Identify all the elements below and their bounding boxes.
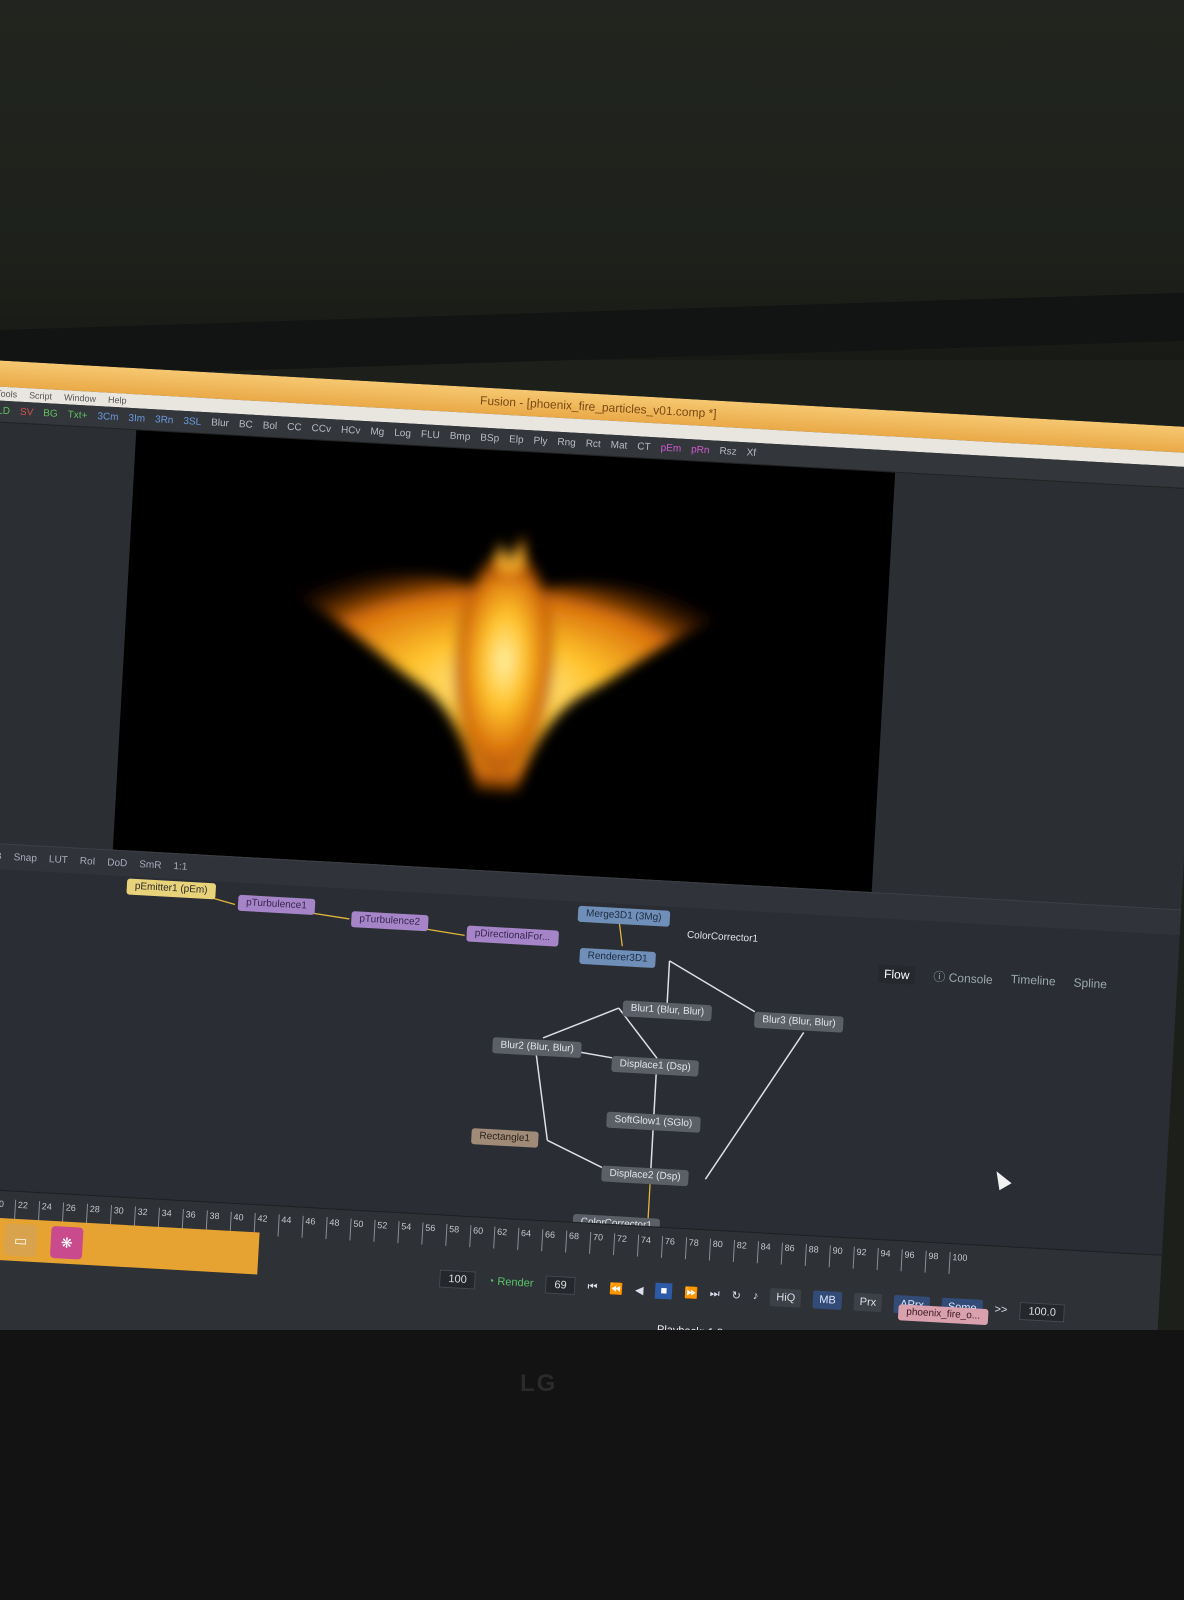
tick: 48 — [325, 1217, 351, 1241]
menu-help[interactable]: Help — [108, 395, 127, 406]
tick: 76 — [660, 1235, 687, 1260]
tick: 56 — [421, 1222, 447, 1246]
tool-rsz[interactable]: Rsz — [719, 446, 737, 458]
tick: 68 — [565, 1230, 591, 1254]
tick: 64 — [517, 1227, 543, 1252]
tool-ld[interactable]: LD — [0, 405, 10, 417]
render-button[interactable]: ◔ Render — [487, 1275, 533, 1290]
fusion-window: Fusion - [phoenix_fire_particles_v01.com… — [0, 360, 1184, 1467]
tool-bg[interactable]: BG — [43, 408, 58, 420]
tick: 74 — [636, 1234, 663, 1258]
tick: 54 — [397, 1221, 423, 1245]
prx-button[interactable]: Prx — [853, 1292, 883, 1313]
tool-cc[interactable]: CC — [287, 422, 302, 434]
tick: 92 — [852, 1246, 878, 1270]
tool-ct[interactable]: CT — [637, 441, 651, 453]
smr-button[interactable]: SmR — [139, 859, 162, 871]
tool-rng[interactable]: Rng — [557, 437, 576, 449]
tick: 94 — [876, 1247, 902, 1272]
tool-bol[interactable]: Bol — [262, 420, 277, 432]
tick: 72 — [613, 1233, 639, 1257]
tick: 96 — [900, 1249, 926, 1273]
skip-to-end-icon[interactable]: ⏭ — [709, 1287, 721, 1301]
tick: 82 — [732, 1239, 759, 1264]
node-connections — [200, 893, 805, 1225]
tool-prn[interactable]: pRn — [691, 444, 710, 456]
phoenix-render-image — [277, 532, 737, 793]
tool-txt[interactable]: Txt+ — [67, 409, 87, 421]
tool-bmp[interactable]: Bmp — [449, 431, 470, 443]
current-frame-field[interactable]: 69 — [544, 1275, 577, 1296]
roi-button[interactable]: RoI — [79, 856, 95, 868]
tool-bc[interactable]: BC — [239, 419, 253, 431]
loop-icon[interactable]: ↻ — [731, 1288, 741, 1301]
tick: 66 — [541, 1229, 567, 1253]
monitor-brand-logo: LG — [520, 1370, 558, 1397]
tick: 90 — [828, 1245, 854, 1269]
monitor-bottom-bezel — [0, 1330, 1184, 1600]
tick: 46 — [301, 1215, 327, 1240]
stop-icon[interactable]: ■ — [655, 1282, 673, 1300]
step-back-icon[interactable]: ⏪ — [609, 1282, 623, 1296]
tool-3rn[interactable]: 3Rn — [155, 414, 174, 426]
menu-window[interactable]: Window — [64, 392, 97, 404]
tool-flu[interactable]: FLU — [421, 429, 440, 441]
tool-3cm[interactable]: 3Cm — [97, 411, 119, 423]
tick: 70 — [589, 1231, 615, 1256]
tool-ply[interactable]: Ply — [533, 435, 547, 447]
mb-button[interactable]: MB — [812, 1290, 843, 1310]
tool-pem[interactable]: pEm — [660, 443, 681, 455]
tick: 98 — [924, 1250, 950, 1274]
viewer-b-button[interactable]: B — [0, 851, 2, 862]
tick: 88 — [804, 1243, 830, 1268]
skip-to-start-icon[interactable]: ⏮ — [587, 1280, 598, 1294]
tick: 78 — [684, 1237, 711, 1261]
folder-icon[interactable]: ▭ — [3, 1223, 38, 1258]
tool-rct[interactable]: Rct — [585, 438, 601, 450]
menu-script[interactable]: Script — [29, 390, 53, 401]
fusion-app-icon[interactable]: ❋ — [49, 1225, 84, 1260]
zoom-1to1-button[interactable]: 1:1 — [173, 861, 187, 873]
lut-button[interactable]: LUT — [49, 854, 68, 866]
tick: 84 — [756, 1241, 782, 1265]
dod-button[interactable]: DoD — [107, 857, 128, 869]
tool-bsp[interactable]: BSp — [480, 432, 499, 444]
tool-hcv[interactable]: HCv — [341, 425, 361, 437]
tool-3im[interactable]: 3Im — [128, 413, 145, 425]
render-label: Render — [497, 1275, 534, 1290]
more-button[interactable]: >> — [994, 1304, 1008, 1317]
end-frame-field[interactable]: 100 — [438, 1269, 477, 1290]
tick: 80 — [708, 1238, 735, 1262]
end-value-field[interactable]: 100.0 — [1018, 1301, 1066, 1323]
tool-blur[interactable]: Blur — [211, 417, 229, 429]
tick: 50 — [349, 1218, 375, 1242]
tool-mg[interactable]: Mg — [370, 426, 384, 438]
tick: 52 — [373, 1219, 399, 1244]
tool-xf[interactable]: Xf — [746, 447, 756, 459]
snap-button[interactable]: Snap — [13, 852, 37, 864]
tick: 44 — [277, 1214, 303, 1238]
tool-sv[interactable]: SV — [20, 407, 34, 419]
tick: 100 — [948, 1251, 974, 1276]
tool-log[interactable]: Log — [394, 428, 411, 440]
tool-mat[interactable]: Mat — [610, 440, 627, 452]
image-viewer[interactable] — [112, 430, 896, 893]
tick: 60 — [469, 1225, 495, 1249]
tick: 86 — [780, 1242, 806, 1266]
flow-editor[interactable]: ColorCorrector1 Flow ⓘ Console Timeline … — [0, 867, 1180, 1255]
play-forward-icon[interactable]: ⏩ — [684, 1286, 698, 1300]
play-reverse-icon[interactable]: ◀ — [635, 1283, 644, 1296]
tick: 58 — [445, 1223, 471, 1248]
menu-tools[interactable]: Tools — [0, 388, 17, 399]
audio-icon[interactable]: ♪ — [753, 1290, 759, 1302]
tool-ccv[interactable]: CCv — [311, 423, 331, 435]
tick: 62 — [493, 1226, 519, 1250]
tool-elp[interactable]: Elp — [509, 434, 524, 446]
hiq-button[interactable]: HiQ — [769, 1288, 802, 1308]
tool-3sl[interactable]: 3SL — [183, 416, 201, 428]
